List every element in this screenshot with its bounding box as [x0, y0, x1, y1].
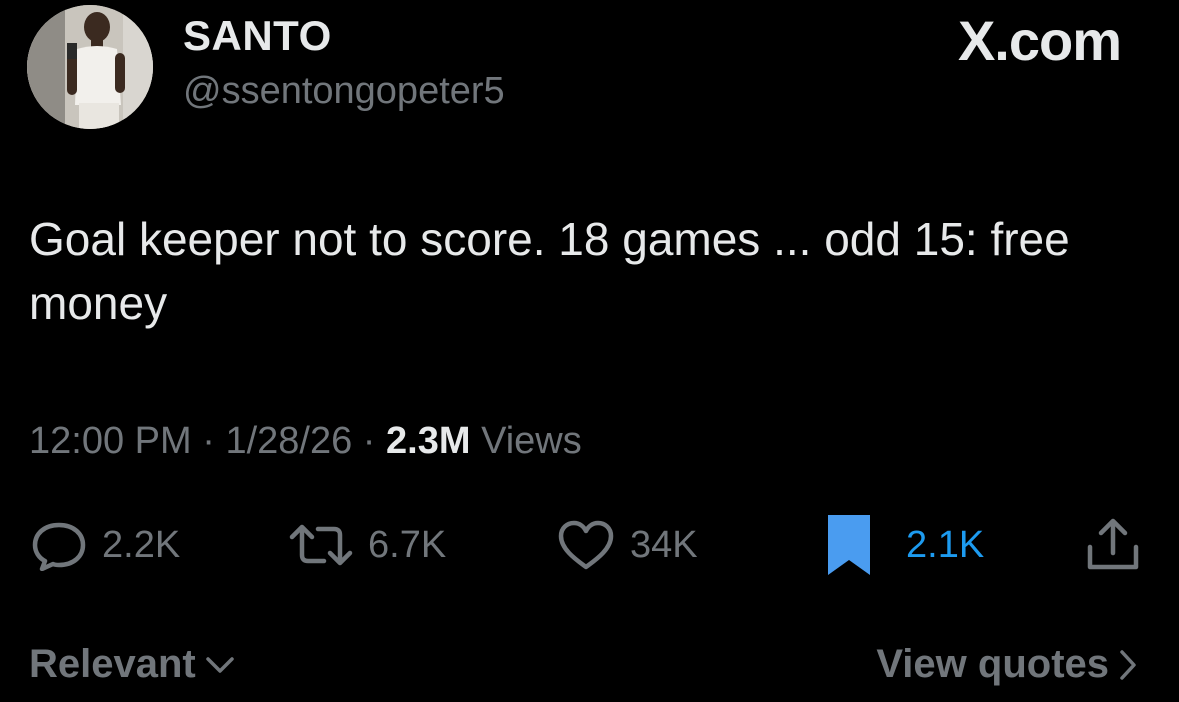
chevron-right-icon — [1120, 649, 1136, 680]
view-quotes-link[interactable]: View quotes — [876, 642, 1139, 687]
share-icon — [1087, 518, 1139, 570]
reply-button[interactable]: 2.2K — [30, 510, 180, 580]
author-display-name[interactable]: SANTO — [183, 12, 332, 60]
author-handle[interactable]: @ssentongopeter5 — [183, 70, 505, 113]
bookmark-count: 2.1K — [906, 523, 985, 566]
profile-photo — [27, 5, 153, 129]
reply-icon — [32, 522, 86, 571]
brand-watermark: X.com — [957, 9, 1122, 72]
chevron-down-icon — [206, 656, 234, 673]
bookmark-icon — [828, 515, 870, 575]
tweet-text: Goal keeper not to score. 18 games ... o… — [29, 213, 1070, 329]
action-bar: 2.2K 6.7K 34K 2.1K — [0, 510, 1179, 580]
sort-label: Relevant — [29, 642, 196, 686]
avatar[interactable] — [27, 5, 153, 129]
tweet-time: 12:00 PM — [29, 420, 192, 462]
share-button[interactable] — [1084, 510, 1142, 580]
repost-button[interactable]: 6.7K — [288, 510, 446, 580]
like-button[interactable]: 34K — [556, 510, 698, 580]
bookmark-button[interactable]: 2.1K — [826, 510, 984, 580]
meta-separator: · — [362, 420, 376, 462]
repost-count: 6.7K — [368, 523, 447, 566]
tweet-date[interactable]: 1/28/26 — [225, 420, 352, 462]
views-count: 2.3M — [386, 420, 471, 462]
views-label: Views — [481, 420, 582, 462]
repost-icon — [289, 524, 353, 566]
heart-icon — [558, 520, 614, 570]
sort-replies-dropdown[interactable]: Relevant — [29, 642, 236, 687]
like-count: 34K — [630, 523, 698, 566]
meta-separator: · — [202, 420, 215, 462]
reply-count: 2.2K — [102, 523, 181, 566]
view-quotes-label: View quotes — [876, 642, 1109, 686]
tweet-meta: 12:00 PM · 1/28/26 · 2.3M Views — [29, 420, 582, 463]
